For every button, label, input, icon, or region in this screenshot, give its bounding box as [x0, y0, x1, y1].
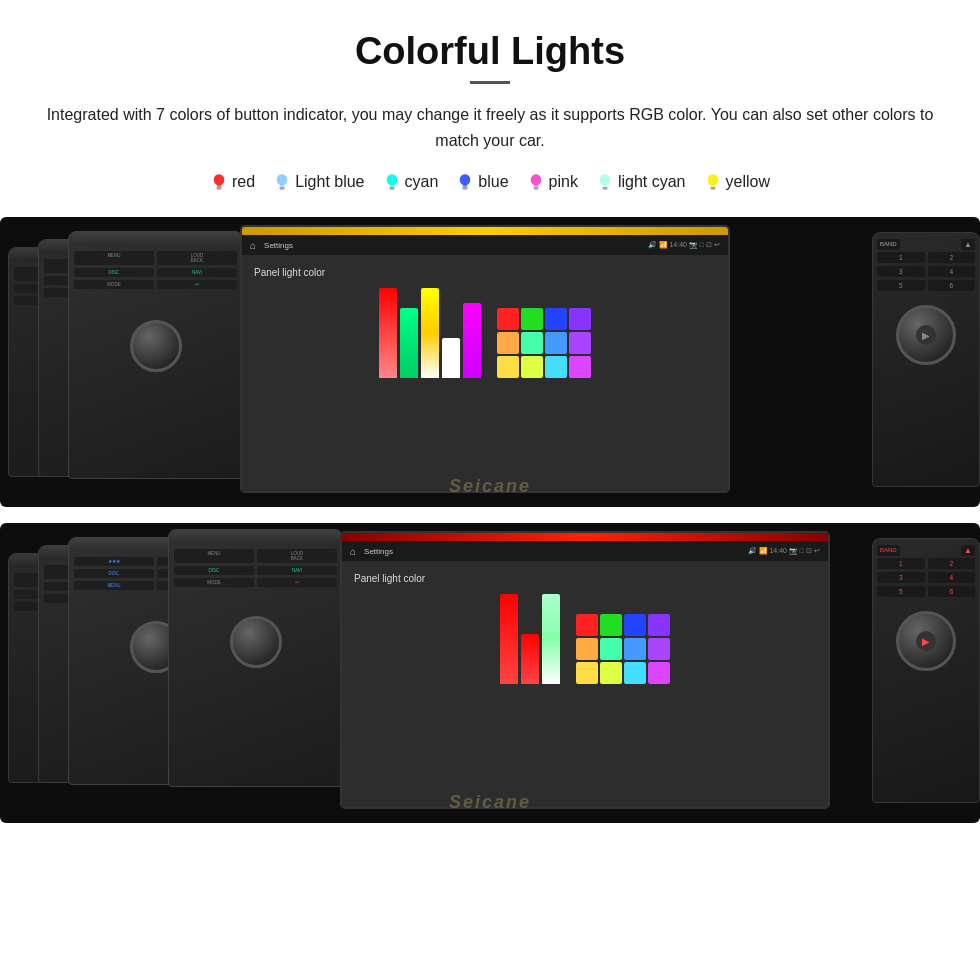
color-legend-item-cyan: cyan [383, 171, 439, 193]
svg-rect-7 [280, 187, 285, 188]
svg-rect-18 [463, 189, 468, 190]
svg-point-34 [707, 174, 718, 185]
color-legend-item-light-cyan: light cyan [596, 171, 686, 193]
svg-rect-8 [280, 189, 285, 190]
svg-rect-13 [389, 189, 394, 190]
svg-point-24 [530, 174, 541, 185]
color-legend: red Light blue cyan blue pink [0, 171, 980, 193]
svg-rect-22 [533, 187, 538, 188]
svg-point-19 [460, 174, 471, 185]
svg-rect-23 [533, 189, 538, 190]
svg-rect-32 [710, 187, 715, 188]
svg-point-9 [277, 174, 288, 185]
car-unit-image-1: MENU LOUDBACK DISC NAVI MODE ↩ MENU LOUD… [0, 217, 980, 507]
car-unit-image-2: MENU LOUDBACK DISC NAVI MODE ↩ MENU LOUD… [0, 523, 980, 823]
svg-rect-12 [389, 187, 394, 188]
svg-rect-2 [216, 187, 221, 188]
svg-point-29 [600, 174, 611, 185]
color-legend-item-red: red [210, 171, 255, 193]
svg-point-14 [386, 174, 397, 185]
svg-rect-33 [710, 189, 715, 190]
svg-rect-17 [463, 187, 468, 188]
page-title: Colorful Lights [0, 0, 980, 81]
title-divider [470, 81, 510, 84]
svg-rect-28 [603, 189, 608, 190]
svg-rect-3 [217, 189, 222, 190]
color-legend-item-Light-blue: Light blue [273, 171, 364, 193]
svg-rect-27 [602, 187, 607, 188]
color-legend-item-yellow: yellow [704, 171, 770, 193]
svg-point-4 [214, 174, 225, 185]
color-legend-item-pink: pink [527, 171, 578, 193]
color-legend-item-blue: blue [456, 171, 508, 193]
description: Integrated with 7 colors of button indic… [0, 102, 980, 153]
